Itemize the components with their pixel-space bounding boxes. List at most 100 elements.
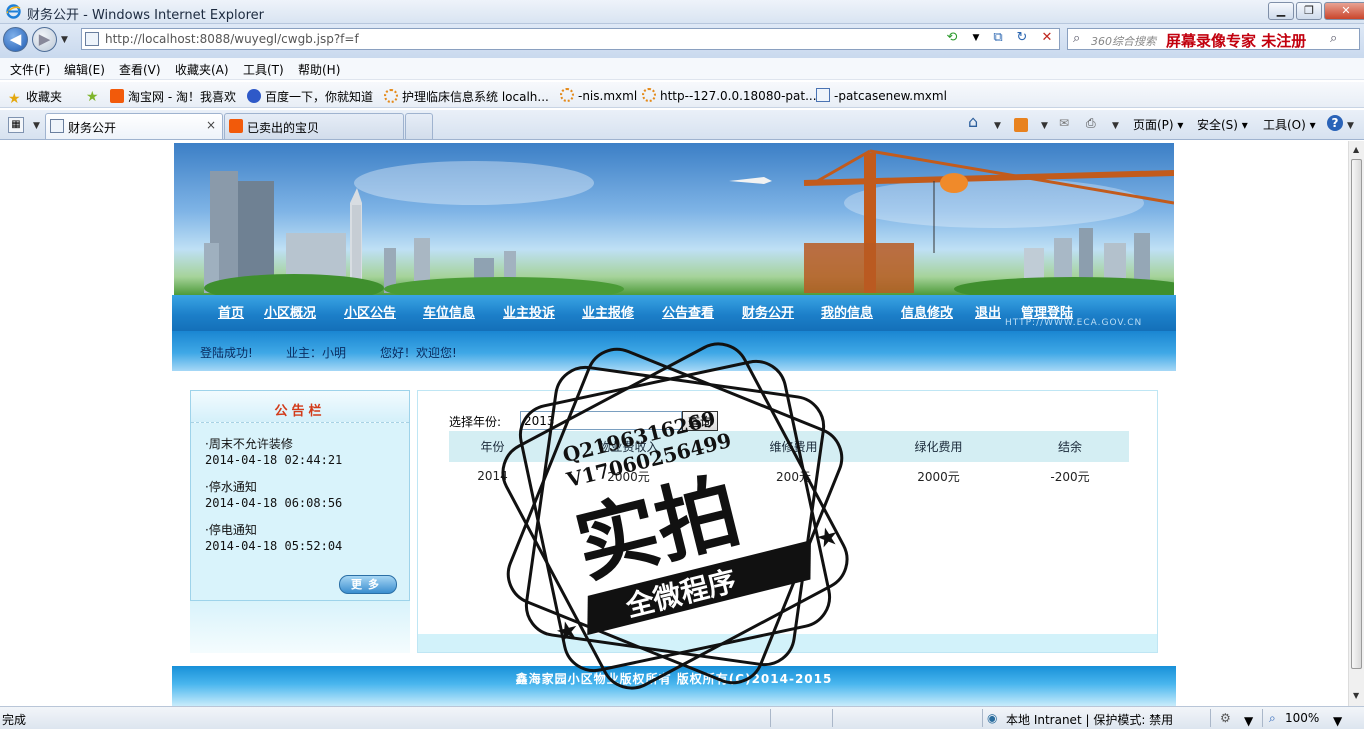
safety-menu-label: 安全(S) <box>1197 118 1238 132</box>
window-title: 财务公开 - Windows Internet Explorer <box>27 8 264 23</box>
fav-link-taobao[interactable]: 淘宝网 - 淘！我喜欢 <box>110 88 236 105</box>
favorites-bar: ★ 收藏夹 ★ 淘宝网 - 淘！我喜欢 百度一下，你就知道 护理临床信息系统 lo… <box>0 82 1364 108</box>
security-zone-text[interactable]: 本地 Intranet | 保护模式: 禁用 <box>1006 711 1173 728</box>
rss-compat-icon[interactable]: ⧉ <box>989 29 1007 47</box>
tab-sold-items[interactable]: 已卖出的宝贝 <box>224 113 404 139</box>
close-window-button[interactable]: ✕ <box>1324 2 1364 20</box>
menu-help[interactable]: 帮助(H) <box>298 61 340 78</box>
table-header-row: 年份 物业费收入 维修费用 绿化费用 结余 <box>449 431 1129 462</box>
home-dropdown-icon[interactable]: ▼ <box>994 121 1001 131</box>
zoom-level[interactable]: 100% <box>1285 711 1319 725</box>
add-favorite-icon[interactable]: ★ <box>86 88 104 104</box>
safety-menu[interactable]: 安全(S) ▾ <box>1197 116 1248 133</box>
table-cell: 2014 <box>477 469 508 483</box>
notice-board-header: 公告栏 <box>191 391 409 423</box>
forward-button[interactable]: ▶ <box>32 27 57 52</box>
nav-home[interactable]: 首页 <box>218 302 244 321</box>
scroll-down-icon[interactable]: ▼ <box>1353 691 1359 700</box>
query-button[interactable]: 查询 <box>682 411 718 431</box>
favorites-button[interactable]: ★ 收藏夹 <box>8 88 62 106</box>
nav-parking[interactable]: 车位信息 <box>423 302 475 321</box>
forward-arrow-icon: ▶ <box>38 30 51 48</box>
year-input[interactable] <box>520 411 682 430</box>
tab-finance[interactable]: 财务公开 × <box>45 113 223 139</box>
help-dropdown-icon[interactable]: ▼ <box>1347 121 1354 131</box>
feeds-icon[interactable] <box>1014 118 1028 132</box>
menu-favorites[interactable]: 收藏夹(A) <box>175 61 229 78</box>
protected-dropdown-icon[interactable]: ▼ <box>1244 714 1253 728</box>
feeds-dropdown-icon[interactable]: ▼ <box>1041 121 1048 131</box>
search-input[interactable]: ⌕ 360综合搜索 屏幕录像专家 未注册 ⌕ <box>1067 28 1360 50</box>
ie-logo-icon <box>6 4 21 19</box>
notice-item-title[interactable]: ·周末不允许装修 <box>205 435 293 452</box>
status-divider <box>1262 709 1263 727</box>
fav-link-label: http--127.0.0.18080-pat... <box>660 89 817 103</box>
table-cell: -200元 <box>1050 469 1090 484</box>
print-icon[interactable]: ⎙ <box>1086 116 1096 131</box>
stop-icon[interactable]: ✕ <box>1038 29 1056 47</box>
loading-icon <box>384 89 398 103</box>
page-icon <box>85 32 99 46</box>
site-footer: 鑫海家园小区物业版权所有 版权所有(C)2014-2015 <box>172 666 1176 706</box>
fav-link-pat[interactable]: http--127.0.0.18080-pat... <box>642 88 817 103</box>
notice-item-title[interactable]: ·停水通知 <box>205 478 257 495</box>
history-dropdown-icon[interactable]: ▼ <box>61 35 68 45</box>
help-icon[interactable]: ? <box>1327 115 1343 131</box>
mail-icon[interactable]: ✉ <box>1059 116 1069 130</box>
scroll-thumb[interactable] <box>1351 159 1362 669</box>
compat-view-icon[interactable]: ⟲ <box>943 29 961 47</box>
new-tab-button[interactable] <box>405 113 433 139</box>
print-dropdown-icon[interactable]: ▼ <box>1112 121 1119 131</box>
fav-link-nis[interactable]: -nis.mxml <box>560 88 637 103</box>
nav-my-info[interactable]: 我的信息 <box>821 302 873 321</box>
nav-logout[interactable]: 退出 <box>975 302 1001 321</box>
tools-menu[interactable]: 工具(O) ▾ <box>1263 116 1316 133</box>
fav-link-nursing[interactable]: 护理临床信息系统 localh... <box>384 88 549 105</box>
close-tab-icon[interactable]: × <box>206 118 216 132</box>
finance-panel: 选择年份: 查询 年份 物业费收入 维修费用 绿化费用 结余 2014 2000… <box>417 390 1158 653</box>
refresh-icon[interactable]: ↻ <box>1013 29 1031 47</box>
zoom-dropdown-icon[interactable]: ▼ <box>1333 714 1342 728</box>
search-go-icon[interactable]: ⌕ <box>1330 31 1337 46</box>
star-icon: ★ <box>8 91 21 107</box>
nav-finance[interactable]: 财务公开 <box>742 302 794 321</box>
status-divider <box>832 709 833 727</box>
back-button[interactable]: ◀ <box>3 27 28 52</box>
favorites-label: 收藏夹 <box>26 90 63 104</box>
loading-icon <box>560 88 574 102</box>
scroll-up-icon[interactable]: ▲ <box>1353 145 1359 154</box>
baidu-icon <box>247 89 261 103</box>
menu-view[interactable]: 查看(V) <box>119 61 161 78</box>
more-button[interactable]: 更多 <box>339 575 397 594</box>
nav-edit-info[interactable]: 信息修改 <box>901 302 953 321</box>
status-bar: 完成 ◉ 本地 Intranet | 保护模式: 禁用 ⚙ ▼ ⌕ 100% ▼ <box>0 706 1364 729</box>
nav-repairs[interactable]: 业主报修 <box>582 302 634 321</box>
notice-item-title[interactable]: ·停电通知 <box>205 521 257 538</box>
nav-community-overview[interactable]: 小区概况 <box>264 302 316 321</box>
fav-link-baidu[interactable]: 百度一下，你就知道 <box>247 88 373 105</box>
search-placeholder: 360综合搜索 <box>1091 35 1156 48</box>
tab-list-dropdown-icon[interactable]: ▼ <box>33 121 40 131</box>
protected-mode-icon[interactable]: ⚙ <box>1220 711 1231 725</box>
welcome-bar: 登陆成功! 业主：小明 您好！欢迎您! <box>172 331 1176 371</box>
fav-link-patcasenew[interactable]: -patcasenew.mxml <box>816 88 947 103</box>
home-icon[interactable]: ⌂ <box>968 112 978 131</box>
url-dropdown-icon[interactable]: ▼ <box>967 29 985 47</box>
quick-tabs-icon[interactable]: ▦ <box>8 117 24 133</box>
status-divider <box>982 709 983 727</box>
address-toolbar: ◀ ▶ ▼ http://localhost:8088/wuyegl/cwgb.… <box>0 24 1364 58</box>
menu-tools[interactable]: 工具(T) <box>243 61 284 78</box>
restore-button[interactable]: ❐ <box>1296 2 1322 20</box>
column-header: 结余 <box>1011 431 1129 462</box>
page-menu[interactable]: 页面(P) ▾ <box>1133 116 1183 133</box>
menu-file[interactable]: 文件(F) <box>10 61 50 78</box>
nav-view-notices[interactable]: 公告查看 <box>662 302 714 321</box>
url-field[interactable]: http://localhost:8088/wuyegl/cwgb.jsp?f=… <box>81 28 1060 50</box>
finance-table: 年份 物业费收入 维修费用 绿化费用 结余 2014 2000元 200元 20… <box>449 431 1129 490</box>
notice-board: 公告栏 ·周末不允许装修 2014-04-18 02:44:21 ·停水通知 2… <box>190 390 410 601</box>
nav-complaints[interactable]: 业主投诉 <box>503 302 555 321</box>
nav-community-notices[interactable]: 小区公告 <box>344 302 396 321</box>
vertical-scrollbar[interactable]: ▲ ▼ <box>1348 141 1364 706</box>
minimize-button[interactable]: ▁ <box>1268 2 1294 20</box>
menu-edit[interactable]: 编辑(E) <box>64 61 105 78</box>
